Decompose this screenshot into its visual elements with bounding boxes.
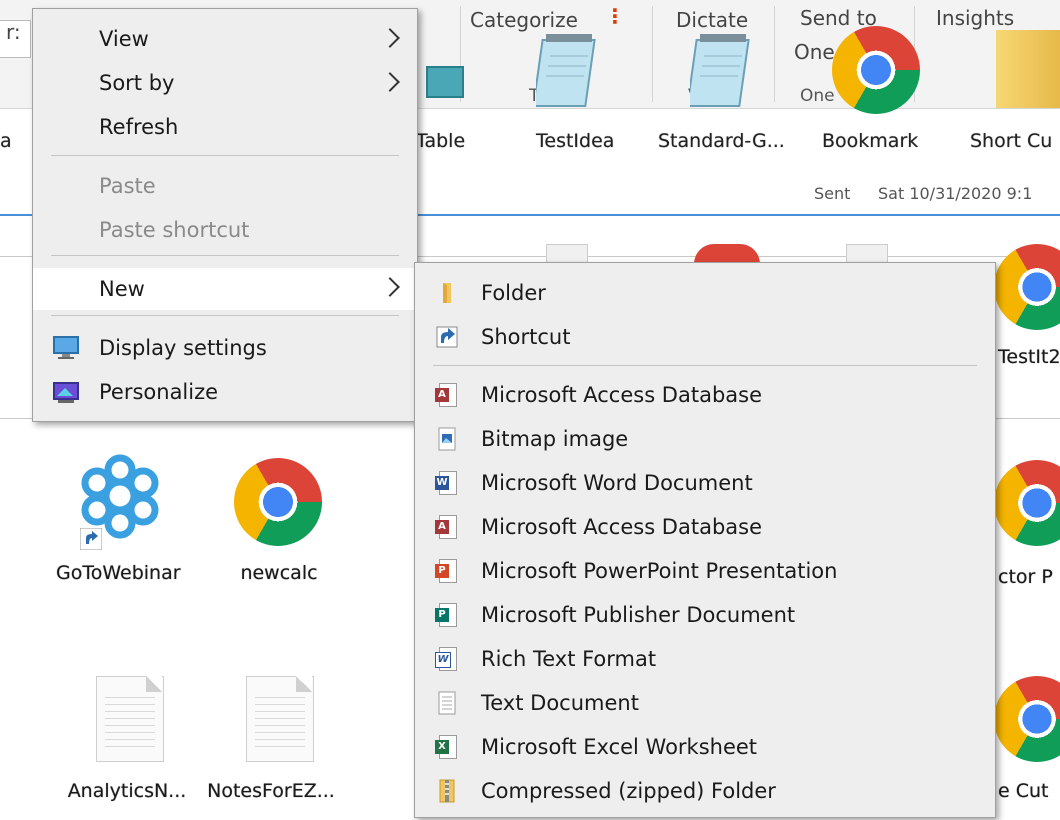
chrome-icon — [994, 460, 1060, 546]
chevron-right-icon — [380, 277, 400, 297]
desktop-icon-label: GoToWebinar — [56, 562, 181, 584]
submenu-item-access-2[interactable]: A Microsoft Access Database — [415, 505, 995, 549]
send-to-sub-label: One — [800, 86, 835, 106]
menu-item-view[interactable]: View — [33, 19, 417, 59]
shortcut-label[interactable]: TestIdea — [536, 130, 614, 152]
shortcut-label[interactable]: Short Cu — [970, 130, 1052, 152]
context-menu: View Sort by Refresh Paste Paste shortcu… — [32, 8, 418, 422]
zip-folder-icon — [996, 30, 1060, 108]
submenu-item-label: Compressed (zipped) Folder — [481, 779, 776, 803]
submenu-item-folder[interactable]: Folder — [415, 271, 995, 315]
desktop-icon-label: newcalc — [240, 562, 318, 584]
menu-item-label: View — [99, 27, 149, 51]
notepad-icon — [536, 34, 596, 107]
email-status: Sent — [814, 184, 851, 203]
page-corner — [296, 676, 312, 692]
chrome-icon — [994, 676, 1060, 762]
categorize-button[interactable]: Categorize — [470, 8, 578, 32]
chrome-icon — [234, 458, 322, 546]
zip-folder-icon — [439, 779, 455, 803]
page-corner — [146, 676, 162, 692]
menu-item-sort-by[interactable]: Sort by — [33, 63, 417, 103]
dictate-button[interactable]: Dictate — [676, 8, 748, 32]
submenu-item-shortcut[interactable]: Shortcut — [415, 315, 995, 359]
submenu-item-label: Folder — [481, 281, 546, 305]
chrome-icon — [694, 244, 760, 264]
chevron-right-icon — [380, 28, 400, 48]
submenu-item-zip-folder[interactable]: Compressed (zipped) Folder — [415, 769, 995, 813]
submenu-item-label: Bitmap image — [481, 427, 629, 451]
submenu-item-publisher[interactable]: P Microsoft Publisher Document — [415, 593, 995, 637]
excel-icon: X — [435, 735, 459, 759]
shortcut-icon — [436, 326, 458, 348]
menu-item-label: Paste shortcut — [99, 218, 250, 242]
shortcut-label[interactable]: Bookmark — [822, 130, 918, 152]
submenu-item-label: Microsoft Excel Worksheet — [481, 735, 758, 759]
send-to-onenote-label: One — [794, 40, 835, 64]
shortcut-arrow-icon — [80, 528, 102, 550]
menu-item-display-settings[interactable]: Display settings — [33, 328, 417, 368]
menu-item-label: Refresh — [99, 115, 179, 139]
submenu-item-label: Microsoft Access Database — [481, 515, 763, 539]
menu-item-refresh[interactable]: Refresh — [33, 107, 417, 147]
flag-marker-icon: ⋮ — [605, 4, 625, 28]
submenu-item-label: Shortcut — [481, 325, 571, 349]
notepad-icon — [690, 34, 750, 107]
submenu-item-rich-text[interactable]: W Rich Text Format — [415, 637, 995, 681]
menu-separator — [433, 365, 977, 366]
word-icon: W — [435, 471, 459, 495]
menu-item-paste-shortcut[interactable]: Paste shortcut — [33, 210, 417, 250]
desktop-icon-label[interactable]: TestIt2 — [998, 346, 1060, 368]
submenu-item-excel[interactable]: X Microsoft Excel Worksheet — [415, 725, 995, 769]
submenu-item-label: Microsoft Word Document — [481, 471, 753, 495]
submenu-item-word[interactable]: W Microsoft Word Document — [415, 461, 995, 505]
new-submenu: Folder Shortcut A Microsoft Access Datab… — [414, 262, 996, 818]
ribbon-divider — [774, 6, 775, 102]
submenu-item-label: Microsoft PowerPoint Presentation — [481, 559, 838, 583]
submenu-item-text-document[interactable]: Text Document — [415, 681, 995, 725]
ribbon-left-fragment: r: — [6, 20, 21, 44]
powerpoint-icon: P — [435, 559, 459, 583]
menu-item-label: Personalize — [99, 380, 219, 404]
submenu-item-label: Rich Text Format — [481, 647, 657, 671]
menu-item-paste[interactable]: Paste — [33, 166, 417, 206]
text-icon — [438, 691, 456, 715]
menu-item-label: New — [99, 277, 145, 301]
menu-separator — [51, 155, 399, 156]
menu-item-label: Display settings — [99, 336, 267, 360]
folder-icon — [443, 283, 451, 303]
menu-item-label: Sort by — [99, 71, 175, 95]
shortcut-label[interactable]: Table — [416, 130, 465, 152]
submenu-item-access[interactable]: A Microsoft Access Database — [415, 373, 995, 417]
submenu-item-bitmap[interactable]: Bitmap image — [415, 417, 995, 461]
publisher-icon: P — [435, 603, 459, 627]
shortcut-label[interactable]: a — [0, 130, 12, 152]
menu-separator — [51, 315, 399, 316]
access-icon: A — [435, 515, 459, 539]
submenu-item-label: Microsoft Access Database — [481, 383, 763, 407]
bitmap-icon — [438, 427, 456, 451]
desktop-icon-label: NotesForEZ... — [207, 780, 335, 802]
insights-button[interactable]: Insights — [936, 6, 1014, 30]
submenu-item-label: Text Document — [481, 691, 639, 715]
menu-item-personalize[interactable]: Personalize — [33, 372, 417, 412]
desktop-icon-label: AnalyticsN... — [67, 780, 187, 802]
menu-item-label: Paste — [99, 174, 156, 198]
table-icon — [426, 66, 464, 98]
personalize-icon — [53, 382, 79, 403]
submenu-item-powerpoint[interactable]: P Microsoft PowerPoint Presentation — [415, 549, 995, 593]
submenu-item-label: Microsoft Publisher Document — [481, 603, 796, 627]
chevron-right-icon — [380, 72, 400, 92]
ribbon-divider — [652, 6, 653, 102]
display-icon — [53, 336, 79, 359]
menu-separator — [51, 255, 399, 256]
chrome-icon — [832, 26, 920, 114]
shortcut-label[interactable]: Standard-G... — [658, 130, 785, 152]
menu-item-new[interactable]: New — [33, 268, 417, 310]
wordpad-icon: W — [435, 647, 459, 671]
desktop-icon-label[interactable]: ctor P — [998, 566, 1053, 588]
access-icon: A — [435, 383, 459, 407]
email-date: Sat 10/31/2020 9:1 — [878, 184, 1033, 203]
desktop-icon-label[interactable]: e Cut — [998, 780, 1049, 802]
